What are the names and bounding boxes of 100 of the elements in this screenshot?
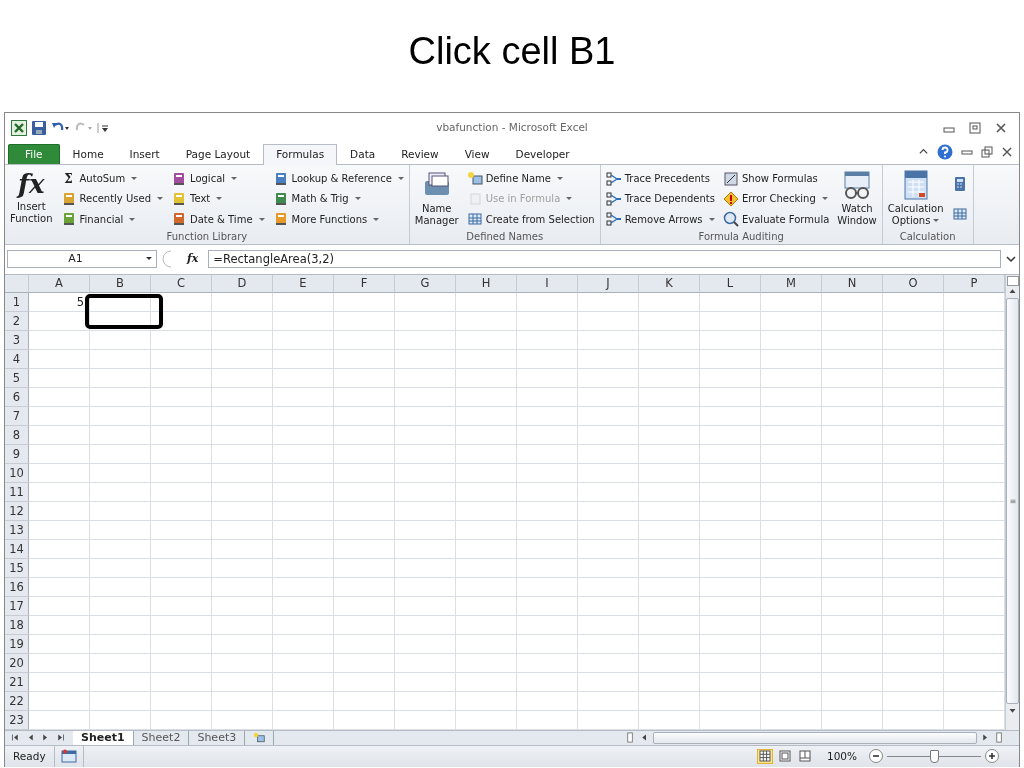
column-header[interactable]: L <box>700 274 761 293</box>
zoom-level: 100% <box>826 750 857 763</box>
group-label: Function Library <box>166 231 248 243</box>
column-header[interactable]: D <box>212 274 273 293</box>
column-header[interactable]: F <box>334 274 395 293</box>
column-header[interactable]: K <box>639 274 700 293</box>
close-icon[interactable] <box>1001 145 1013 158</box>
column-header[interactable]: G <box>395 274 456 293</box>
column-header[interactable]: N <box>822 274 883 293</box>
table-icon <box>951 206 968 223</box>
normal-view-button[interactable] <box>756 748 773 764</box>
ribbon-button[interactable]: Math & Trig <box>270 188 406 209</box>
ribbon-button[interactable]: Trace Dependents <box>603 188 717 209</box>
customize-toolbar-icon[interactable] <box>97 121 109 134</box>
caret-icon <box>216 197 223 201</box>
ribbon-button[interactable]: Logical <box>169 168 267 189</box>
vertical-scrollbar[interactable] <box>1005 274 1019 730</box>
caret-icon <box>566 197 573 201</box>
caret-icon <box>708 217 715 221</box>
ribbon-button[interactable]: Remove Arrows <box>603 209 717 230</box>
glasses-icon <box>841 168 873 201</box>
column-header[interactable]: A <box>29 274 90 293</box>
ribbon-button[interactable]: Show Formulas <box>721 168 832 189</box>
ribbon-button[interactable]: Date & Time <box>169 209 267 230</box>
slide-title: Click cell B1 <box>407 29 617 73</box>
warning-icon <box>723 190 739 207</box>
ribbon-button[interactable]: Evaluate Formula <box>721 209 832 230</box>
previous-sheet-icon[interactable] <box>26 733 35 743</box>
page-icon <box>723 170 739 187</box>
zoom-in-button[interactable] <box>985 749 999 764</box>
column-header[interactable]: C <box>151 274 212 293</box>
split-handle-icon[interactable] <box>994 732 1005 744</box>
column-header[interactable]: J <box>578 274 639 293</box>
save-icon[interactable] <box>32 120 46 135</box>
column-header[interactable]: H <box>456 274 517 293</box>
ribbon-button[interactable]: Recently Used <box>58 188 165 209</box>
ribbon-button[interactable]: Trace Precedents <box>603 168 717 189</box>
caret-icon <box>354 197 361 201</box>
ribbon-button[interactable]: Σ AutoSum <box>58 168 165 189</box>
insert-function-button[interactable]: fx <box>181 252 205 266</box>
ribbon-tab[interactable]: View <box>451 143 503 164</box>
table-cell-text: 5 <box>75 293 85 311</box>
trace-arrows-icon <box>605 211 622 228</box>
scroll-up-icon[interactable] <box>1008 286 1017 296</box>
window-title: vbafunction - Microsoft Excel <box>436 121 588 133</box>
split-handle-icon[interactable] <box>625 732 636 744</box>
restore-icon[interactable] <box>981 145 993 158</box>
last-sheet-icon[interactable] <box>56 733 65 743</box>
ribbon-tab[interactable]: Insert <box>116 143 173 164</box>
ribbon-button[interactable]: Error Checking <box>721 188 832 209</box>
close-icon[interactable] <box>995 121 1007 134</box>
ribbon-button[interactable]: fx Insert Function <box>8 166 55 232</box>
ribbon-button[interactable]: Lookup & Reference <box>270 168 406 189</box>
ribbon-tab[interactable]: Formulas <box>263 143 338 165</box>
ribbon-tab[interactable]: Review <box>388 143 452 164</box>
sheet-tab[interactable]: Sheet1 <box>73 730 134 745</box>
page-break-button[interactable] <box>796 748 813 764</box>
ribbon-button[interactable]: More Functions <box>270 209 406 230</box>
next-sheet-icon[interactable] <box>41 733 50 743</box>
maximize-icon[interactable] <box>969 121 981 134</box>
formula-input[interactable]: =RectangleArea(3,2) <box>208 249 1001 268</box>
first-sheet-icon[interactable] <box>11 733 20 743</box>
ribbon-button[interactable]: Define Name <box>464 168 597 189</box>
excel-logo-icon <box>11 119 27 136</box>
page-break-icon <box>798 750 811 763</box>
ribbon-tab[interactable]: Developer <box>502 143 583 164</box>
sheet-tab[interactable]: Sheet3 <box>189 730 246 745</box>
ribbon-tab[interactable]: Data <box>337 143 389 164</box>
column-header[interactable]: M <box>761 274 822 293</box>
scroll-left-icon[interactable] <box>640 733 649 743</box>
caret-icon <box>397 177 404 181</box>
ribbon-tab[interactable]: Page Layout <box>172 143 264 164</box>
sigma-icon: Σ <box>60 171 77 186</box>
horizontal-scrollbar-thumb[interactable] <box>653 731 977 744</box>
file-tab[interactable]: File <box>8 143 60 164</box>
tag-icon <box>466 170 483 187</box>
ribbon-button[interactable]: Create from Selection <box>464 209 597 230</box>
column-header[interactable]: B <box>90 274 151 293</box>
zoom-out-button[interactable] <box>869 749 883 764</box>
ribbon-button[interactable]: Watch Window <box>835 166 879 232</box>
caret-icon <box>933 219 940 223</box>
scroll-right-icon[interactable] <box>981 733 990 743</box>
column-header[interactable]: E <box>273 274 334 293</box>
column-header[interactable]: P <box>944 274 1005 293</box>
help-icon[interactable] <box>937 143 953 160</box>
record-macro-icon[interactable] <box>60 749 77 764</box>
book-icon <box>171 211 187 228</box>
sheet-tab[interactable]: Sheet2 <box>133 730 190 745</box>
ribbon-button[interactable]: Financial <box>58 209 165 230</box>
caret-icon <box>258 217 265 221</box>
column-header[interactable]: O <box>883 274 944 293</box>
ribbon-button[interactable]: Name Manager <box>412 166 461 232</box>
book-icon <box>171 190 187 207</box>
ribbon-button[interactable]: Text <box>169 188 267 209</box>
slider-thumb[interactable] <box>930 749 939 763</box>
ribbon-tab[interactable]: Home <box>59 143 117 164</box>
column-header[interactable]: I <box>517 274 578 293</box>
name-box[interactable]: A1 <box>7 249 157 268</box>
page-layout-button[interactable] <box>776 748 793 764</box>
ribbon-button[interactable]: Calculation Options <box>885 166 946 232</box>
